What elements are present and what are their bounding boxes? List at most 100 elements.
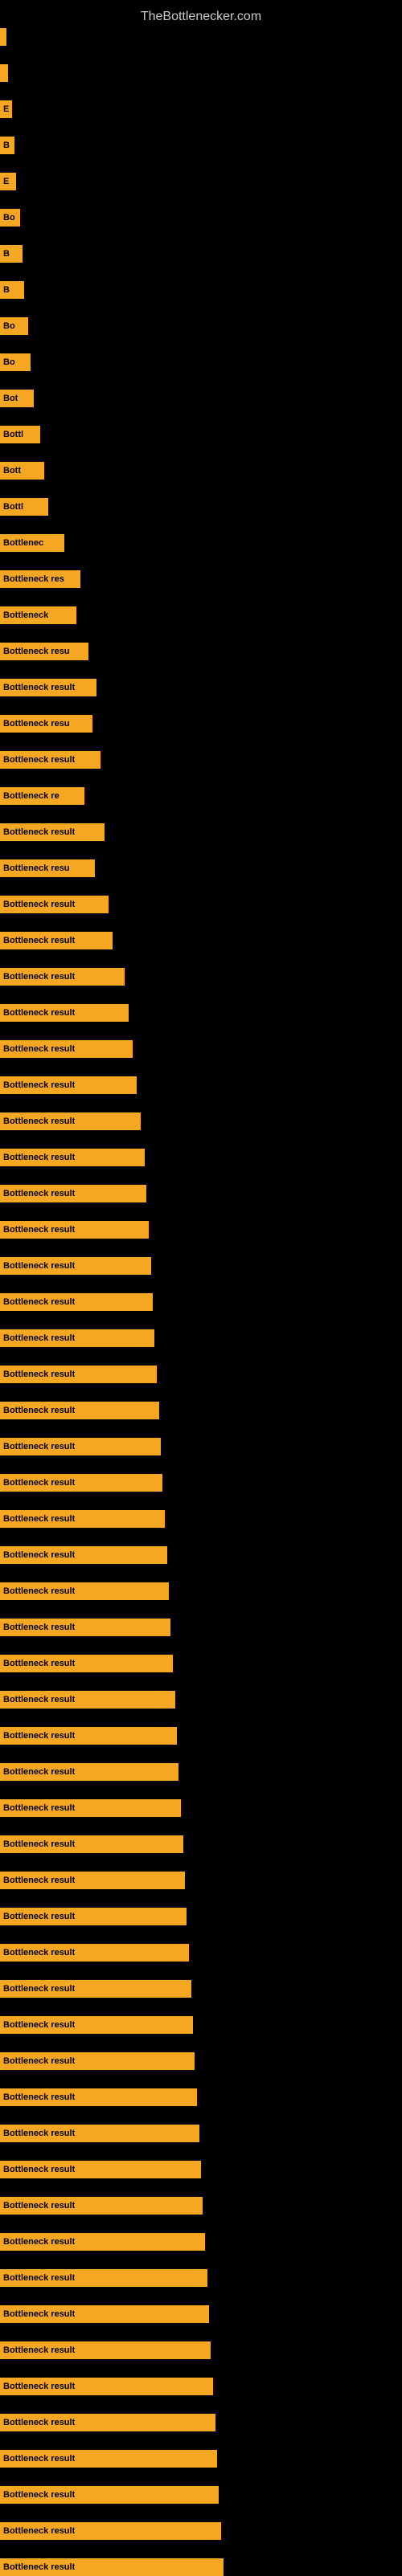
bar-item: Bottleneck result [0, 2233, 205, 2251]
bar-fill: Bottleneck result [0, 751, 100, 769]
bar-label: Bottleneck result [3, 1044, 75, 1054]
bar-label: Bottleneck result [3, 1514, 75, 1524]
bar-item: Bottleneck res [0, 570, 80, 588]
bar-fill: Bottleneck result [0, 1474, 162, 1492]
bar-label: Bottleneck result [3, 1984, 75, 1994]
bar-item: Bottleneck result [0, 1510, 165, 1528]
bar-fill: Bottleneck result [0, 1799, 181, 1817]
bar-fill: Bottleneck result [0, 2233, 205, 2251]
bar-fill: Bo [0, 353, 31, 371]
bar-fill: Bottl [0, 426, 40, 443]
bar-label: Bottleneck result [3, 755, 75, 765]
bar-item: Bottleneck result [0, 1872, 185, 1889]
bar-fill: Bottleneck result [0, 2305, 209, 2323]
bar-label: Bottleneck result [3, 1406, 75, 1415]
bar-label: Bottleneck result [3, 1731, 75, 1741]
bar-item: Bottleneck result [0, 1763, 178, 1781]
bar-fill: Bottleneck result [0, 2522, 221, 2540]
bar-item: Bottleneck resu [0, 859, 95, 877]
bar-item: Bottleneck result [0, 1149, 145, 1166]
bar-label: Bottleneck result [3, 2020, 75, 2030]
bar-item: Bottleneck result [0, 1655, 173, 1672]
bar-label: Bottleneck result [3, 2237, 75, 2247]
bar-fill: Bottleneck result [0, 1691, 175, 1708]
bar-fill: Bottleneck result [0, 1582, 169, 1600]
bar-fill: E [0, 173, 16, 190]
bar-label: Bottleneck result [3, 1117, 75, 1126]
bar-item: Bottleneck result [0, 1366, 157, 1383]
bar-label: Bottleneck res [3, 574, 64, 584]
bar-fill: Bottleneck result [0, 2341, 211, 2359]
bar-label: Bottleneck result [3, 1080, 75, 1090]
bar-item: Bottleneck result [0, 1619, 170, 1636]
bar-label: Bo [3, 357, 15, 367]
bar-fill: Bott [0, 462, 44, 480]
bar-fill: Bottleneck result [0, 1763, 178, 1781]
bar-item: Bottleneck result [0, 2016, 193, 2034]
bar-label: Bottleneck result [3, 1225, 75, 1235]
bar-item: Bottleneck result [0, 751, 100, 769]
bar-item: Bottl [0, 498, 48, 516]
bar-fill: Bottleneck [0, 606, 76, 624]
bar-fill: Bottleneck result [0, 1944, 189, 1962]
bar-item: Bottl [0, 426, 40, 443]
bar-label: Bottleneck result [3, 1333, 75, 1343]
bar-fill: Bot [0, 390, 34, 407]
bar-item: Bottleneck result [0, 932, 113, 949]
site-title: TheBottlenecker.com [0, 3, 402, 31]
bar-label: B [3, 141, 10, 150]
bar-label: Bottleneck result [3, 1297, 75, 1307]
bar-item: Bottleneck result [0, 2305, 209, 2323]
bar-item: Bottleneck result [0, 1112, 141, 1130]
bar-item: Bottleneck result [0, 2378, 213, 2395]
bar-fill: Bottleneck result [0, 2450, 217, 2468]
bar-label: B [3, 249, 10, 259]
bar-item: Bottleneck result [0, 2558, 224, 2576]
bar-label: Bo [3, 213, 15, 222]
bar-item: Bottleneck result [0, 2197, 203, 2215]
bar-fill: Bottleneck re [0, 787, 84, 805]
bar-label: Bott [3, 466, 21, 476]
bar-fill: Bottleneck result [0, 1908, 187, 1925]
bar-item: Bottleneck result [0, 2522, 221, 2540]
bar-fill: Bottleneck result [0, 2486, 219, 2504]
bar-label: Bot [3, 394, 18, 403]
bar-fill: Bottleneck result [0, 1329, 154, 1347]
bar-fill: Bottleneck result [0, 2016, 193, 2034]
bar-item: B [0, 245, 23, 263]
bar-label: Bottleneck result [3, 2418, 75, 2427]
bar-item: E [0, 100, 12, 118]
bar-label: Bottleneck result [3, 1695, 75, 1704]
bar-label: Bo [3, 321, 15, 331]
bar-label: Bottleneck result [3, 2526, 75, 2536]
bar-label: Bottleneck result [3, 1261, 75, 1271]
bar-label: Bottleneck result [3, 1008, 75, 1018]
bar-label: Bottleneck [3, 610, 48, 620]
bar-item [0, 64, 8, 82]
bar-fill: Bottleneck result [0, 2125, 199, 2142]
bar-label: Bottleneck result [3, 1948, 75, 1958]
bar-item: Bottleneck result [0, 1474, 162, 1492]
bar-item: Bottleneck result [0, 1040, 133, 1058]
bar-fill: Bottleneck result [0, 1221, 149, 1239]
bar-item: Bo [0, 209, 20, 227]
bar-item: Bottleneck result [0, 1799, 181, 1817]
bar-fill: Bottleneck result [0, 2378, 213, 2395]
bar-fill [0, 28, 6, 46]
bar-item: Bottleneck result [0, 1546, 167, 1564]
bar-label: E [3, 104, 9, 114]
bar-fill: Bottlenec [0, 534, 64, 552]
bar-item: Bottleneck result [0, 1402, 159, 1419]
bar-item [0, 28, 6, 46]
bar-fill: Bottleneck result [0, 2052, 195, 2070]
bar-fill: B [0, 245, 23, 263]
bar-label: Bottleneck result [3, 2056, 75, 2066]
bar-fill: Bottleneck result [0, 1402, 159, 1419]
bar-label: Bottleneck result [3, 2490, 75, 2500]
bar-item: Bottleneck result [0, 1835, 183, 1853]
bar-item: B [0, 137, 14, 154]
bar-fill: B [0, 137, 14, 154]
bar-fill: Bottleneck result [0, 1076, 137, 1094]
bar-fill: Bottleneck result [0, 1980, 191, 1998]
bar-item: E [0, 173, 16, 190]
